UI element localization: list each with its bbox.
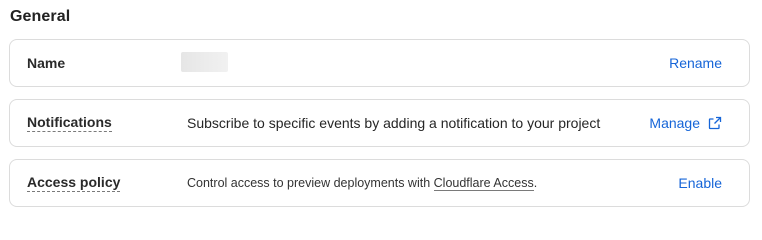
rename-label: Rename [669,55,722,71]
manage-label: Manage [649,115,700,131]
access-policy-label[interactable]: Access policy [27,174,121,192]
enable-label: Enable [678,175,722,191]
external-link-icon [708,116,722,130]
name-row: Name Rename [9,39,750,87]
section-title-general: General [10,8,71,25]
name-label: Name [27,55,66,71]
notifications-description: Subscribe to specific events by adding a… [187,115,601,131]
name-value-redacted [181,52,228,72]
access-description-suffix: . [533,176,538,190]
access-policy-row: Access policy Control access to preview … [9,159,750,207]
rename-button[interactable]: Rename [669,55,722,71]
access-description-prefix: Control access to preview deployments wi… [187,176,434,190]
cloudflare-access-link[interactable]: Cloudflare Access [433,176,534,191]
manage-notifications-link[interactable]: Manage [649,115,722,131]
enable-access-button[interactable]: Enable [678,175,722,191]
notifications-row: Notifications Subscribe to specific even… [9,99,750,147]
access-policy-description: Control access to preview deployments wi… [187,176,538,191]
notifications-label[interactable]: Notifications [27,114,112,132]
